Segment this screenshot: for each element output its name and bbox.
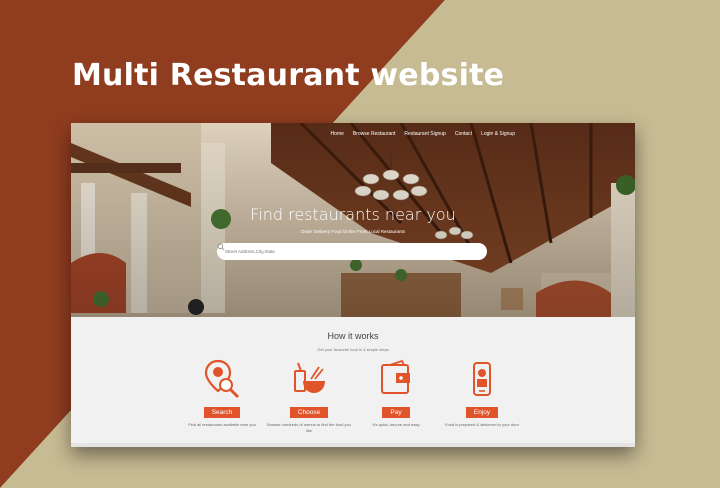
how-it-works-subtitle: Get your favourite food in 4 simple step… bbox=[317, 347, 389, 352]
step-search-button[interactable]: Search bbox=[203, 407, 241, 418]
promo-title: Multi Restaurant website bbox=[72, 58, 505, 93]
nav-login-signup[interactable]: Login & Signup bbox=[481, 131, 515, 137]
nav-contact[interactable]: Contact bbox=[455, 131, 472, 137]
hero-subtitle: Order Delivery Food Online From Local Re… bbox=[300, 229, 406, 234]
step-enjoy-button[interactable]: Enjoy bbox=[465, 407, 499, 418]
map-search-icon bbox=[204, 359, 240, 399]
hero-section: Home Browse Restaurant Restaurant Signup… bbox=[71, 123, 635, 317]
nav-browse-restaurant[interactable]: Browse Restaurant bbox=[353, 131, 396, 137]
step-pay-button[interactable]: Pay bbox=[382, 407, 410, 418]
step-choose-button[interactable]: Choose bbox=[289, 407, 329, 418]
step-choose: Choose Browse hundreds of menus to find … bbox=[264, 359, 354, 434]
step-search-desc: Find all restaurants available near you bbox=[188, 422, 256, 427]
nav-restaurant-signup[interactable]: Restaurant Signup bbox=[404, 131, 445, 137]
hero-title: Find restaurants near you bbox=[250, 205, 456, 224]
food-bowl-icon bbox=[294, 362, 325, 393]
main-nav: Home Browse Restaurant Restaurant Signup… bbox=[331, 131, 515, 137]
delivery-icon bbox=[473, 362, 491, 396]
nav-home[interactable]: Home bbox=[331, 131, 344, 137]
search-icon[interactable] bbox=[217, 243, 225, 251]
how-it-works-title: How it works bbox=[327, 331, 379, 341]
how-it-works-section: How it works Get your favourite food in … bbox=[71, 317, 635, 447]
section-divider bbox=[71, 443, 635, 447]
step-pay: Pay It's quick, secure and easy bbox=[351, 359, 441, 428]
wallet-icon bbox=[381, 359, 410, 394]
search-bar bbox=[217, 243, 487, 260]
step-search: Search Find all restaurants available ne… bbox=[177, 359, 267, 428]
website-screenshot: Home Browse Restaurant Restaurant Signup… bbox=[71, 123, 635, 447]
step-enjoy-desc: Food is prepared & delivered to your doo… bbox=[445, 422, 519, 427]
step-enjoy: Enjoy Food is prepared & delivered to yo… bbox=[437, 359, 527, 428]
address-search-input[interactable] bbox=[225, 243, 465, 260]
step-pay-desc: It's quick, secure and easy bbox=[372, 422, 420, 427]
step-choose-desc: Browse hundreds of menus to find the foo… bbox=[267, 422, 351, 433]
